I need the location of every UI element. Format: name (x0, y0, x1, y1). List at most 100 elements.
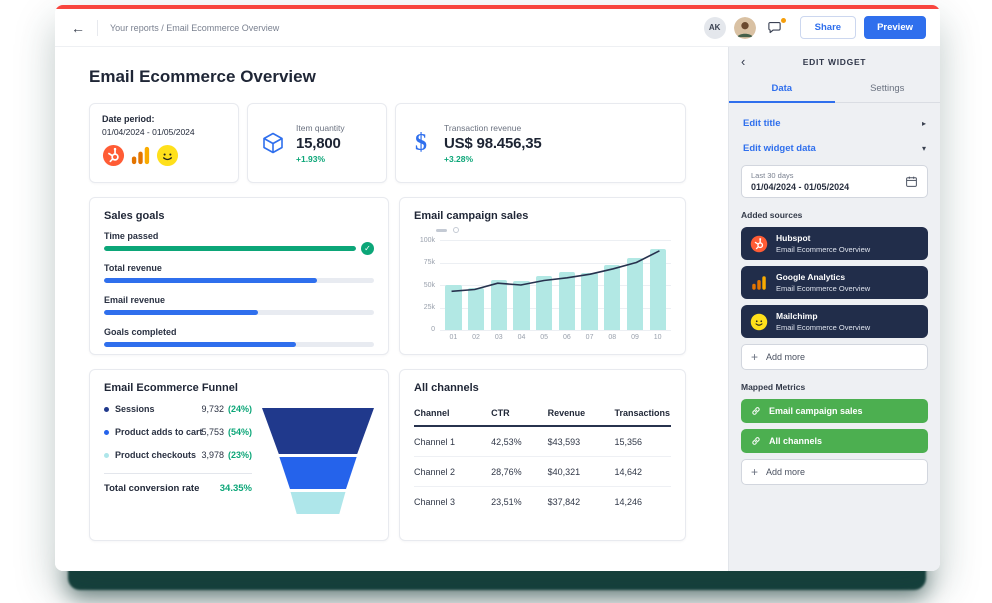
funnel-item-values: 3,978(23%) (201, 450, 252, 460)
bullet-icon (104, 407, 109, 412)
item-quantity-label: Item quantity (296, 123, 345, 133)
goal-fill (104, 310, 258, 315)
funnel-list-item: Product adds to cart5,753(54%) (104, 427, 252, 437)
column-header: CTR (491, 402, 548, 426)
funnel-item-values: 9,732(24%) (201, 404, 252, 414)
funnel-graphic (262, 404, 374, 514)
x-axis-label: 01 (442, 334, 465, 341)
mapped-metric-2[interactable]: All channels (741, 429, 928, 453)
tab-settings[interactable]: Settings (835, 77, 941, 102)
funnel-item-value: 5,753 (201, 427, 224, 437)
funnel-total-label: Total conversion rate (104, 483, 199, 494)
table-cell: Channel 2 (414, 457, 491, 487)
panel-title: EDIT WIDGET (803, 57, 866, 67)
avatar-initials[interactable]: AK (704, 17, 726, 39)
calendar-icon (905, 175, 918, 188)
table-row: Channel 142,53%$43,59315,356 (414, 426, 671, 457)
funnel-item-value: 3,978 (201, 450, 224, 460)
kpi-row: Date period: 01/04/2024 - 01/05/2024 Ite… (89, 103, 686, 183)
pager-active-icon[interactable] (436, 229, 447, 232)
source-desc: Email Ecommerce Overview (776, 245, 870, 254)
breadcrumb: Your reports / Email Ecommerce Overview (110, 23, 279, 33)
goal-item: Total revenue (104, 263, 374, 283)
app-window: ← Your reports / Email Ecommerce Overvie… (55, 5, 940, 571)
y-axis: 100k75k50k25k0 (414, 237, 440, 333)
table-cell: $37,842 (548, 487, 615, 517)
y-axis-label: 100k (420, 237, 435, 244)
topbar: ← Your reports / Email Ecommerce Overvie… (55, 9, 940, 47)
bar-chart: 100k75k50k25k0 (414, 240, 671, 330)
goal-item: Goals completed (104, 327, 374, 347)
date-range-selector[interactable]: Last 30 days 01/04/2024 - 01/05/2024 (741, 165, 928, 198)
person-icon (734, 17, 756, 39)
edit-widget-data-row[interactable]: Edit widget data ▾ (741, 136, 928, 161)
x-axis: 01020304050607080910 (414, 334, 671, 341)
widgets-row-1: Sales goals Time passed✓Total revenueEma… (89, 197, 686, 355)
chat-button[interactable] (764, 17, 786, 39)
check-circle-icon: ✓ (361, 242, 374, 255)
source-desc: Email Ecommerce Overview (776, 284, 870, 293)
bullet-icon (104, 430, 109, 435)
bullet-icon (104, 453, 109, 458)
source-texts: MailchimpEmail Ecommerce Overview (776, 311, 870, 332)
notification-dot (781, 18, 786, 23)
funnel-item-values: 5,753 (54%) (201, 427, 252, 437)
column-header: Transactions (614, 402, 671, 426)
chart-title: Email campaign sales (414, 210, 671, 222)
edit-widget-data-link[interactable]: Edit widget data (743, 143, 816, 154)
date-period-card[interactable]: Date period: 01/04/2024 - 01/05/2024 (89, 103, 239, 183)
preview-button[interactable]: Preview (864, 16, 926, 39)
funnel-total-row: Total conversion rate 34.35% (104, 473, 252, 494)
funnel-item-label: Sessions (115, 404, 155, 414)
panel-back-chevron-icon[interactable]: ‹ (741, 55, 745, 68)
date-period-label: Date period: (102, 114, 226, 124)
source-card-hubspot[interactable]: HubspotEmail Ecommerce Overview (741, 227, 928, 260)
item-quantity-value: 15,800 (296, 135, 345, 152)
funnel-list-wrap: Sessions9,732(24%)Product adds to cart5,… (104, 404, 252, 514)
sources-list: HubspotEmail Ecommerce Overview Google An… (741, 227, 928, 338)
edit-title-row[interactable]: Edit title ▸ (741, 111, 928, 136)
source-card-mailchimp[interactable]: MailchimpEmail Ecommerce Overview (741, 305, 928, 338)
add-source-button[interactable]: + Add more (741, 344, 928, 370)
tab-data[interactable]: Data (729, 77, 835, 102)
mapped-metric-1[interactable]: Email campaign sales (741, 399, 928, 423)
goal-fill (104, 278, 317, 283)
goal-label: Goals completed (104, 327, 374, 337)
metrics-list: Email campaign sales All channels (741, 399, 928, 453)
edit-title-link[interactable]: Edit title (743, 118, 780, 129)
funnel-item-pct: (54%) (228, 427, 252, 437)
back-button[interactable]: ← (71, 21, 91, 35)
table-cell: Channel 1 (414, 426, 491, 457)
email-campaign-sales-card[interactable]: Email campaign sales 100k75k50k25k0 (399, 197, 686, 355)
avatar-photo[interactable] (734, 17, 756, 39)
x-axis-label: 10 (646, 334, 669, 341)
cube-icon (260, 131, 286, 155)
source-card-google-analytics[interactable]: Google Analytics Email Ecommerce Overview (741, 266, 928, 299)
funnel-segment (262, 408, 374, 454)
add-more-label: Add more (766, 352, 805, 362)
all-channels-card[interactable]: All channels ChannelCTRRevenueTransactio… (399, 369, 686, 541)
x-axis-label: 06 (556, 334, 579, 341)
share-button[interactable]: Share (800, 16, 856, 39)
transaction-revenue-label: Transaction revenue (444, 123, 541, 133)
link-icon (751, 406, 761, 416)
trend-line (440, 240, 671, 330)
pager-dot-icon[interactable] (453, 227, 459, 233)
column-header: Revenue (548, 402, 615, 426)
item-quantity-card[interactable]: Item quantity 15,800 +1.93% (247, 103, 387, 183)
source-name: Google Analytics (776, 272, 870, 282)
y-axis-label: 25k (424, 304, 435, 311)
table-header-row: ChannelCTRRevenueTransactions (414, 402, 671, 426)
transaction-revenue-card[interactable]: $ Transaction revenue US$ 98.456,35 +3.2… (395, 103, 686, 183)
chevron-down-icon: ▾ (922, 145, 926, 153)
goal-track (104, 342, 374, 347)
sales-goals-card[interactable]: Sales goals Time passed✓Total revenueEma… (89, 197, 389, 355)
goal-progress: ✓ (104, 246, 374, 251)
funnel-card[interactable]: Email Ecommerce Funnel Sessions9,732(24%… (89, 369, 389, 541)
table-cell: 14,246 (614, 487, 671, 517)
funnel-item-left: Sessions (104, 404, 155, 414)
mailchimp-icon (156, 144, 179, 167)
table-row: Channel 228,76%$40,32114,642 (414, 457, 671, 487)
add-metric-button[interactable]: + Add more (741, 459, 928, 485)
chart-pager (436, 226, 671, 234)
